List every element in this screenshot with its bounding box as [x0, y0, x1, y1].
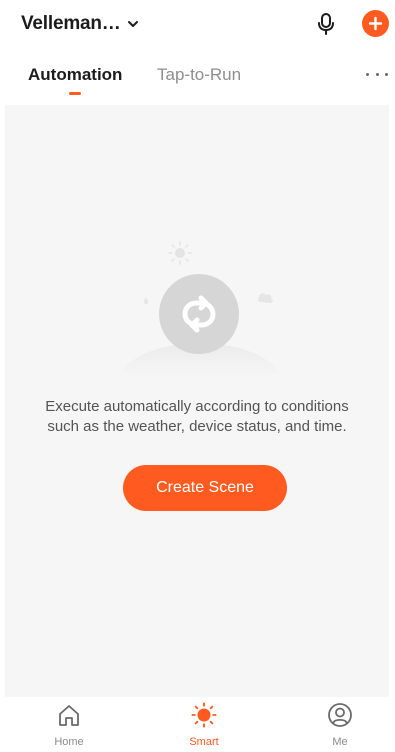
home-name: Velleman… — [21, 13, 121, 34]
chevron-down-icon — [127, 18, 139, 30]
nav-me-label: Me — [332, 736, 348, 748]
home-icon — [56, 702, 82, 728]
bottom-navigation: Home Smart Me — [0, 697, 395, 752]
description-line-2: such as the weather, device status, and … — [47, 418, 347, 435]
active-tab-indicator — [69, 92, 81, 95]
nav-smart-label: Smart — [189, 736, 219, 748]
microphone-icon[interactable] — [312, 10, 340, 38]
tab-automation[interactable]: Automation — [28, 65, 122, 85]
nav-me[interactable]: Me — [300, 697, 380, 752]
plus-icon — [368, 16, 383, 31]
description-line-1: Execute automatically according to condi… — [45, 398, 349, 415]
sun-icon — [168, 241, 192, 265]
nav-smart[interactable]: Smart — [164, 697, 244, 752]
home-selector[interactable]: Velleman… — [21, 10, 139, 38]
scene-list-area: Execute automatically according to condi… — [5, 105, 389, 697]
top-header: Velleman… — [0, 0, 395, 50]
empty-state-illustration — [110, 237, 290, 377]
droplet-icon — [143, 297, 149, 305]
sun-icon — [191, 702, 217, 728]
more-options-icon[interactable] — [366, 66, 388, 82]
tab-tap-to-run[interactable]: Tap-to-Run — [157, 65, 241, 85]
nav-home[interactable]: Home — [29, 697, 109, 752]
empty-state-description: Execute automatically according to condi… — [5, 397, 389, 437]
cloud-icon — [257, 293, 273, 303]
nav-home-label: Home — [54, 736, 84, 748]
user-icon — [327, 702, 353, 728]
tab-bar: Automation Tap-to-Run — [0, 58, 395, 98]
create-scene-button[interactable]: Create Scene — [123, 465, 287, 511]
add-button[interactable] — [362, 10, 389, 37]
